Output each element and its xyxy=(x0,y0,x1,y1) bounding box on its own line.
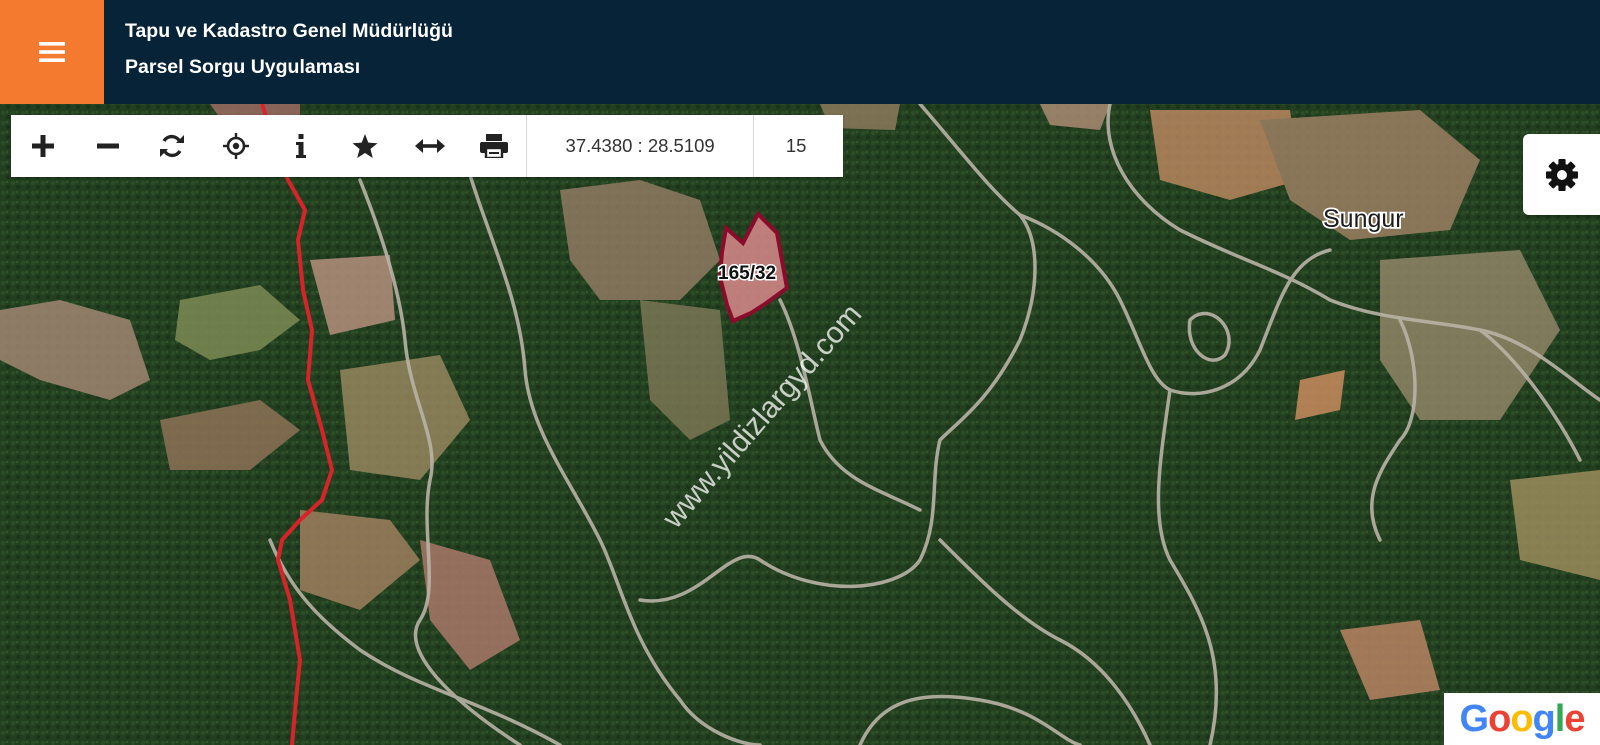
measure-button[interactable] xyxy=(397,115,461,177)
settings-button[interactable] xyxy=(1523,134,1600,215)
print-button[interactable] xyxy=(462,115,526,177)
locate-button[interactable] xyxy=(204,115,268,177)
google-logo: Google xyxy=(1444,693,1600,745)
place-label: Sungur xyxy=(1323,205,1404,233)
zoom-in-icon xyxy=(32,135,55,157)
app-title: Tapu ve Kadastro Genel Müdürlüğü xyxy=(125,20,453,42)
app-header: Tapu ve Kadastro Genel Müdürlüğü Parsel … xyxy=(0,0,1600,104)
zoom-out-icon xyxy=(96,143,119,149)
satellite-map[interactable]: 165/32 Sungur www.yildizlargyd.com xyxy=(0,104,1600,745)
app-subtitle: Parsel Sorgu Uygulaması xyxy=(125,56,361,78)
info-button[interactable] xyxy=(269,115,333,177)
gear-icon xyxy=(1545,158,1578,191)
star-icon xyxy=(352,133,378,158)
menu-button[interactable] xyxy=(0,0,104,104)
zoom-out-button[interactable] xyxy=(75,115,139,177)
print-icon xyxy=(479,134,508,158)
measure-icon xyxy=(414,139,445,153)
refresh-icon xyxy=(159,134,184,158)
refresh-button[interactable] xyxy=(140,115,204,177)
zoom-level-readout: 15 xyxy=(785,135,807,156)
parcel-label: 165/32 xyxy=(718,263,776,284)
zoom-in-button[interactable] xyxy=(11,115,75,177)
coordinate-readout: 37.4380 : 28.5109 xyxy=(565,135,715,156)
info-icon xyxy=(295,134,306,158)
favorite-button[interactable] xyxy=(333,115,397,177)
hamburger-menu-icon xyxy=(39,42,65,62)
locate-icon xyxy=(223,133,250,159)
map-toolbar: 37.4380 : 28.5109 15 xyxy=(11,115,843,177)
